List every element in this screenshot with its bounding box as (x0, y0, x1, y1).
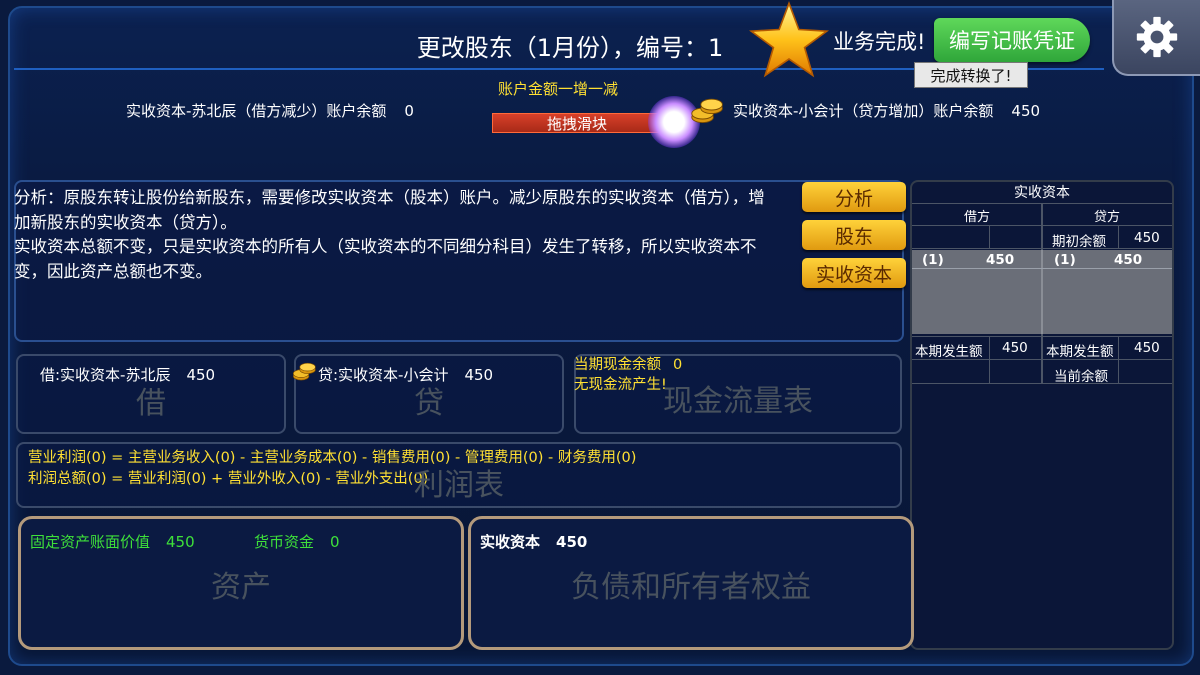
slider-label: 拖拽滑块 (546, 114, 607, 133)
right-account-label: 实收资本-小会计（贷方增加）账户余额 (733, 102, 994, 120)
ledger-period-credit-label: 本期发生额 (1046, 344, 1114, 360)
debit-watermark: 借 (136, 386, 166, 421)
business-done-label: 业务完成! (833, 30, 926, 54)
left-account-value: 0 (404, 102, 414, 120)
drag-slider-track[interactable]: 拖拽滑块 (492, 113, 662, 133)
right-account-balance: 实收资本-小会计（贷方增加）账户余额 450 (733, 100, 1040, 121)
monetary-funds-value: 0 (330, 533, 340, 551)
cash-flow-watermark: 现金流量表 (663, 384, 813, 419)
ledger-period-debit-value: 450 (1002, 340, 1028, 356)
slider-title: 账户金额一增一减 (498, 80, 619, 98)
ledger-divider (989, 337, 990, 383)
ledger-credit-entry-value: 450 (1114, 252, 1143, 268)
star-icon (748, 0, 830, 78)
completion-tooltip: 完成转换了! (914, 62, 1028, 88)
coins-icon (691, 98, 723, 124)
ledger-credit-entry-no: (1) (1054, 252, 1076, 268)
paid-in-capital-value: 450 (556, 533, 588, 551)
assets-watermark: 资产 (211, 570, 271, 605)
paid-in-capital-button[interactable]: 实收资本 (802, 258, 906, 288)
ledger-divider (1118, 337, 1119, 383)
analysis-paragraph-1: 分析：原股东转让股份给新股东，需要修改实收资本（股本）账户。减少原股东的实收资本… (14, 188, 765, 232)
cash-balance-label: 当期现金余额 (574, 357, 661, 373)
ledger-debit-header: 借方 (963, 210, 990, 225)
ledger-center-line (1041, 250, 1043, 334)
fixed-assets: 固定资产账面价值 450 (30, 531, 195, 552)
fixed-assets-label: 固定资产账面价值 (30, 533, 151, 551)
ledger-divider (912, 336, 1172, 337)
paid-in-capital-entry: 实收资本 450 (480, 531, 587, 552)
analysis-text: 分析：原股东转让股份给新股东，需要修改实收资本（股本）账户。减少原股东的实收资本… (14, 186, 774, 284)
ledger-divider (912, 383, 1172, 384)
ledger-title: 实收资本 (1014, 185, 1070, 201)
liabilities-equity-watermark: 负债和所有者权益 (571, 570, 811, 605)
left-account-label: 实收资本-苏北辰（借方减少）账户余额 (126, 102, 387, 120)
paid-in-capital-label: 实收资本 (480, 533, 541, 551)
right-account-value: 450 (1011, 102, 1041, 120)
ledger-current-label: 当前余额 (1054, 369, 1108, 385)
ledger-divider (912, 268, 1172, 269)
analysis-paragraph-2: 实收资本总额不变，只是实收资本的所有人（实收资本的不同细分科目）发生了转移，所以… (14, 237, 757, 281)
analysis-button[interactable]: 分析 (802, 182, 906, 212)
ledger-debit-entry-value: 450 (986, 252, 1015, 268)
ledger-opening-label: 期初余额 (1052, 234, 1106, 250)
cash-balance: 当期现金余额 0 (574, 353, 682, 374)
ledger-divider (912, 248, 1172, 249)
left-account-balance: 实收资本-苏北辰（借方减少）账户余额 0 (126, 100, 414, 121)
shareholder-button[interactable]: 股东 (802, 220, 906, 250)
settings-button[interactable] (1112, 0, 1200, 76)
income-statement-watermark: 利润表 (414, 468, 504, 503)
ledger-credit-header: 贷方 (1093, 210, 1120, 225)
monetary-funds: 货币资金 0 (254, 531, 340, 552)
ledger-divider (1118, 226, 1119, 248)
ledger-divider (989, 226, 990, 248)
write-voucher-button[interactable]: 编写记账凭证 (934, 18, 1090, 62)
monetary-funds-label: 货币资金 (254, 533, 315, 551)
page-title: 更改股东（1月份），编号：1 (416, 34, 724, 62)
ledger-divider (912, 359, 1172, 360)
ledger-period-debit-label: 本期发生额 (915, 344, 983, 360)
fixed-assets-value: 450 (166, 533, 195, 551)
ledger-period-credit-value: 450 (1134, 340, 1160, 356)
cash-balance-value: 0 (673, 357, 683, 373)
gear-icon (1136, 16, 1178, 58)
credit-watermark: 贷 (414, 386, 444, 421)
ledger-debit-entry-no: (1) (922, 252, 944, 268)
ledger-opening-value: 450 (1134, 230, 1160, 246)
